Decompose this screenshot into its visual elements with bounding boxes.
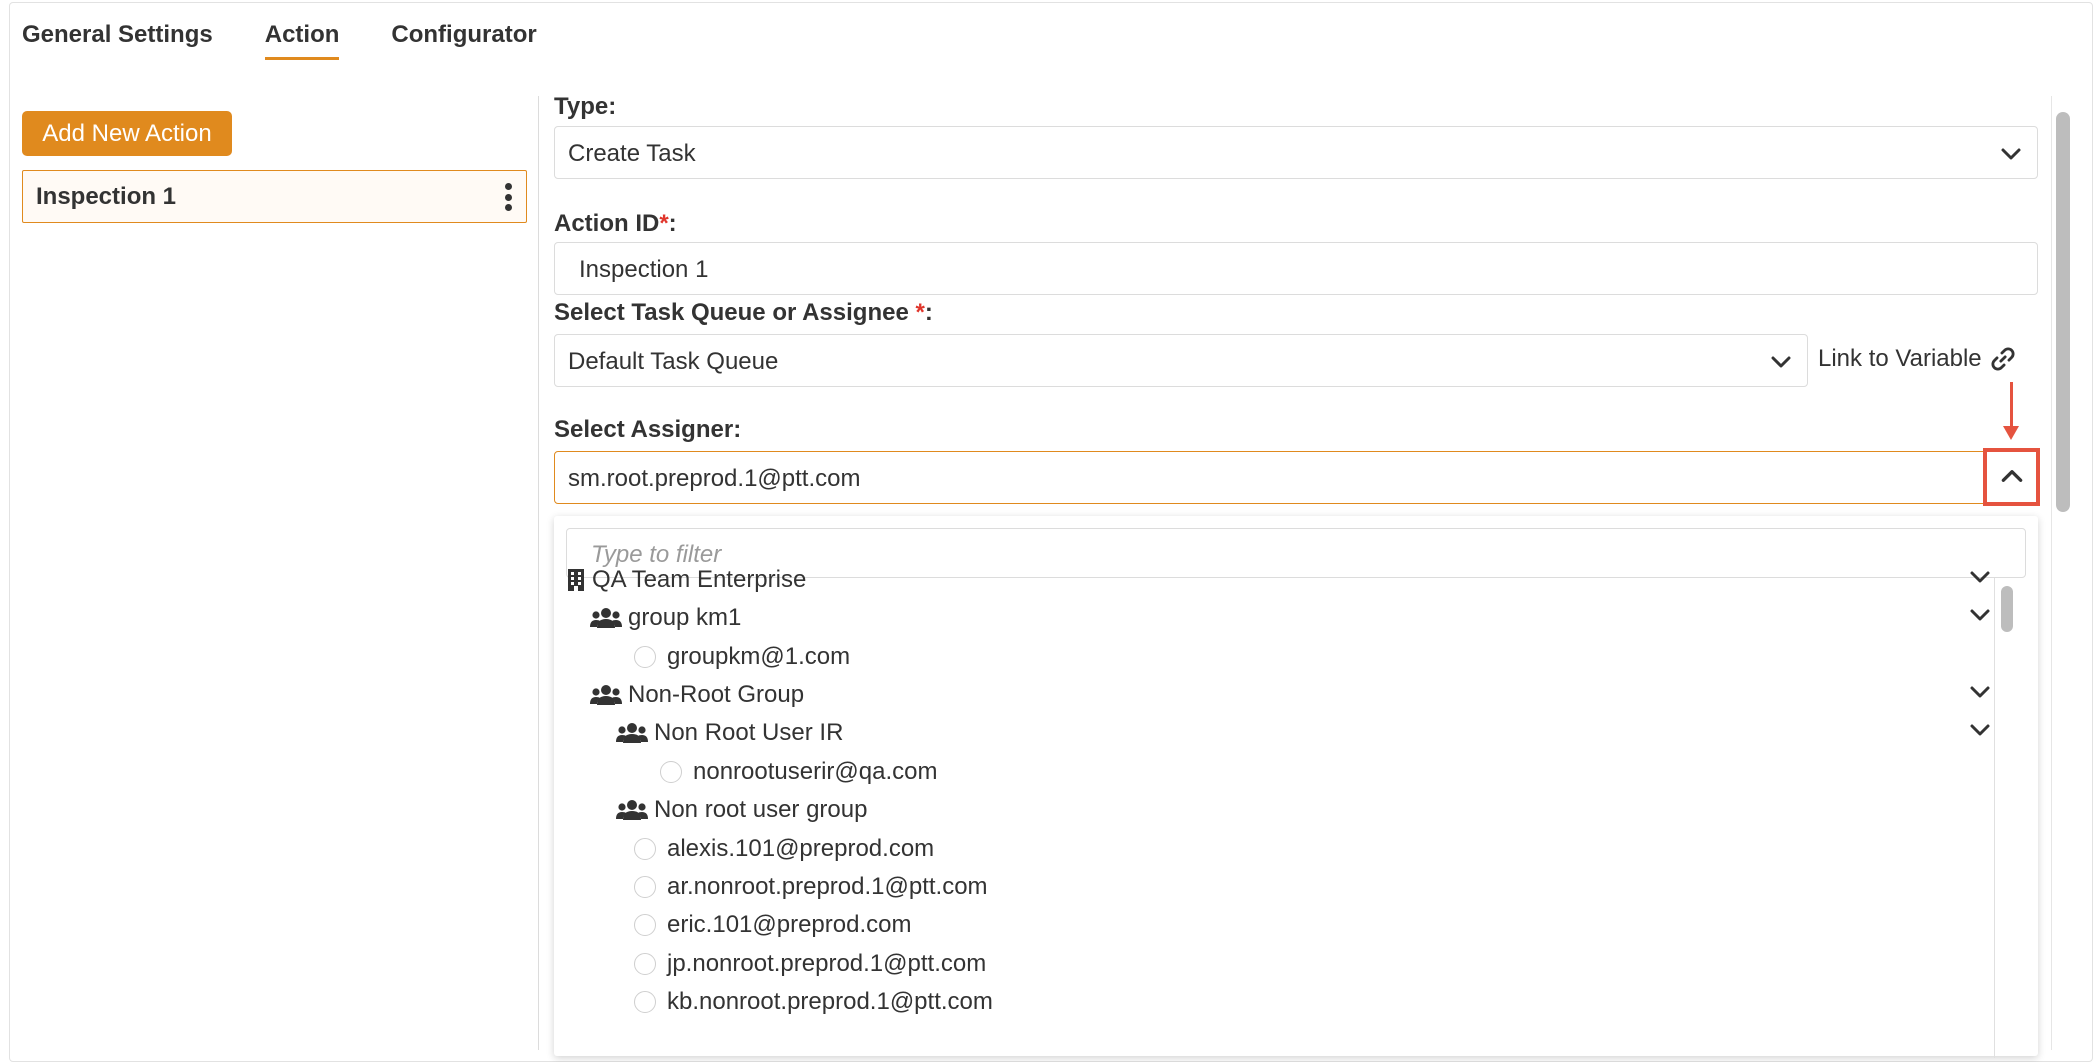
tree-user-item[interactable]: alexis.101@preprod.com [634, 830, 1980, 868]
chevron-down-icon[interactable] [1968, 603, 1992, 634]
chevron-down-icon [2001, 148, 2021, 160]
assigner-dropdown: Type to filter QA Team Enterprise group k… [554, 516, 2038, 1058]
tree-item-label: alexis.101@preprod.com [667, 835, 935, 862]
assigner-select[interactable]: sm.root.preprod.1@ptt.com [554, 451, 2038, 504]
action-id-input[interactable]: Inspection 1 [554, 242, 2038, 295]
radio-icon[interactable] [634, 838, 656, 860]
tree-item-label: Non-Root Group [628, 681, 805, 708]
more-options-icon[interactable] [500, 183, 516, 211]
tree-user-item[interactable]: groupkm@1.com [634, 638, 1980, 676]
chevron-down-icon[interactable] [1968, 565, 1992, 596]
tree-item-label: Non root user group [654, 796, 868, 823]
action-item-label: Inspection 1 [36, 183, 177, 210]
panel-divider [538, 96, 539, 1050]
type-label: Type: [554, 93, 617, 120]
radio-icon[interactable] [634, 646, 656, 668]
assigner-label: Select Assigner: [554, 416, 742, 443]
add-new-action-button[interactable]: Add New Action [22, 111, 232, 156]
link-to-variable-label: Link to Variable [1818, 345, 1982, 372]
required-marker: * [659, 210, 669, 237]
radio-icon[interactable] [634, 953, 656, 975]
chevron-down-icon[interactable] [1968, 718, 1992, 749]
radio-icon[interactable] [634, 914, 656, 936]
tree-item-label: kb.nonroot.preprod.1@ptt.com [667, 988, 993, 1015]
link-to-variable-button[interactable]: Link to Variable [1818, 345, 2016, 373]
tree-item-label: eric.101@preprod.com [667, 911, 912, 938]
tree-item-label: groupkm@1.com [667, 643, 851, 670]
tab-action[interactable]: Action [264, 20, 339, 60]
radio-icon[interactable] [660, 761, 682, 783]
chevron-down-icon [1771, 356, 1791, 368]
tab-general-settings[interactable]: General Settings [22, 20, 213, 60]
chevron-down-icon[interactable] [1968, 680, 1992, 711]
tree-user-item[interactable]: jp.nonroot.preprod.1@ptt.com [634, 945, 1980, 983]
radio-icon[interactable] [634, 991, 656, 1013]
task-queue-label: Select Task Queue or Assignee *: [554, 299, 933, 326]
tree-item-label: Non Root User IR [654, 719, 844, 746]
users-group-icon [590, 606, 622, 630]
type-select[interactable]: Create Task [554, 126, 2038, 179]
tree-user-item[interactable]: eric.101@preprod.com [634, 906, 1980, 944]
action-list-item[interactable]: Inspection 1 [22, 170, 527, 223]
dropdown-scrollbar-track [1994, 578, 1995, 1058]
tree-item-label: ar.nonroot.preprod.1@ptt.com [667, 873, 988, 900]
annotation-arrow-head [2003, 426, 2019, 440]
tree-enterprise-item[interactable]: QA Team Enterprise [566, 561, 1992, 599]
tree-group-item[interactable]: Non Root User IR [616, 714, 1992, 752]
tree-group-item[interactable]: Non root user group [616, 791, 1992, 829]
tree-user-item[interactable]: nonrootuserir@qa.com [660, 753, 1980, 791]
tree-group-item[interactable]: group km1 [590, 599, 1992, 637]
tree-item-label: nonrootuserir@qa.com [693, 758, 938, 785]
required-marker: * [915, 299, 925, 326]
main-scrollbar[interactable] [2056, 112, 2070, 512]
tree-item-label: jp.nonroot.preprod.1@ptt.com [667, 950, 987, 977]
dropdown-scrollbar[interactable] [2001, 586, 2013, 632]
collapse-dropdown-button[interactable] [1983, 448, 2040, 506]
type-value: Create Task [568, 140, 696, 167]
tree-user-item[interactable]: kb.nonroot.preprod.1@ptt.com [634, 983, 1980, 1021]
task-queue-value: Default Task Queue [568, 348, 779, 375]
building-icon [566, 568, 586, 592]
annotation-arrow [2010, 382, 2013, 432]
link-icon [1991, 347, 2015, 371]
tree-item-label: QA Team Enterprise [592, 566, 807, 593]
action-id-label: Action ID*: [554, 210, 677, 237]
users-group-icon [590, 683, 622, 707]
chevron-up-icon [2001, 470, 2023, 482]
tree-user-item[interactable]: ar.nonroot.preprod.1@ptt.com [634, 868, 1980, 906]
scrollbar-track [2051, 96, 2052, 1050]
tree-group-item[interactable]: Non-Root Group [590, 676, 1992, 714]
task-queue-select[interactable]: Default Task Queue [554, 334, 1808, 387]
tab-bar: General Settings Action Configurator [22, 20, 589, 60]
assigner-value: sm.root.preprod.1@ptt.com [568, 465, 861, 492]
users-group-icon [616, 721, 648, 745]
action-id-value: Inspection 1 [579, 256, 709, 283]
radio-icon[interactable] [634, 876, 656, 898]
tree-item-label: group km1 [628, 604, 742, 631]
tab-configurator[interactable]: Configurator [391, 20, 536, 60]
users-group-icon [616, 798, 648, 822]
